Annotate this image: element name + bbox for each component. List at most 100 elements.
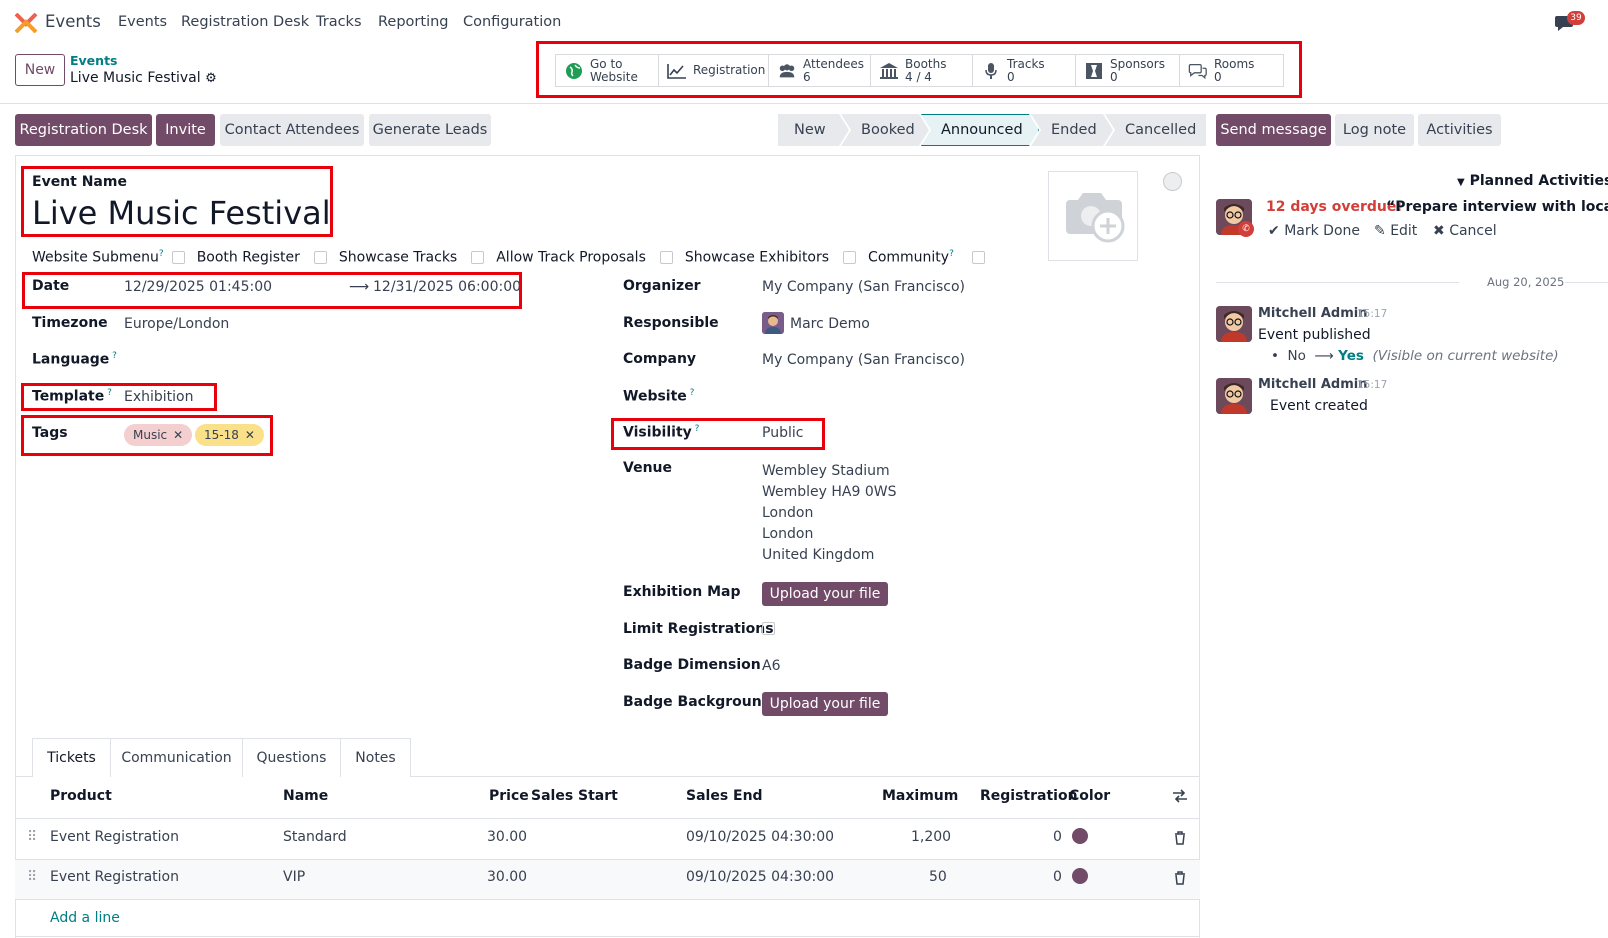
- trash-icon[interactable]: [1174, 831, 1186, 849]
- stage-cancelled[interactable]: Cancelled: [1105, 114, 1206, 146]
- nav-item-configuration[interactable]: Configuration: [463, 14, 561, 30]
- column-maximum[interactable]: Maximum: [882, 788, 958, 804]
- divider: [1216, 282, 1459, 283]
- venue-line: London: [762, 505, 814, 521]
- ticket-maximum[interactable]: 1,200: [911, 829, 951, 845]
- column-sales-end[interactable]: Sales End: [686, 788, 763, 804]
- planned-activities-toggle[interactable]: ▼ Planned Activities: [1457, 173, 1608, 189]
- optional-columns-icon[interactable]: [1172, 789, 1188, 807]
- showcase-tracks-checkbox[interactable]: [471, 251, 485, 265]
- timezone-select[interactable]: Europe/London: [124, 316, 229, 332]
- stage-announced[interactable]: Announced: [921, 114, 1039, 146]
- avatar: [1216, 306, 1252, 342]
- kanban-state-toggle[interactable]: [1163, 172, 1182, 191]
- new-button[interactable]: New: [15, 54, 65, 86]
- top-navbar: Events Events Registration Desk Tracks R…: [0, 0, 1608, 46]
- odoo-app-icon[interactable]: [14, 12, 38, 37]
- venue-line: United Kingdom: [762, 547, 875, 563]
- drag-handle-icon[interactable]: ⠿: [27, 869, 37, 885]
- edit-activity-button[interactable]: ✎ Edit: [1374, 223, 1417, 239]
- breadcrumb-events[interactable]: Events: [70, 53, 117, 68]
- highlight-template: [21, 383, 217, 411]
- venue-line: Wembley HA9 0WS: [762, 484, 897, 500]
- company-select[interactable]: My Company (San Francisco): [762, 352, 965, 368]
- ticket-registration: 0: [1053, 829, 1062, 845]
- column-sales-start[interactable]: Sales Start: [531, 788, 618, 804]
- ticket-product[interactable]: Event Registration: [50, 869, 179, 885]
- log-note-button[interactable]: Log note: [1335, 114, 1414, 146]
- website-submenu-checkbox[interactable]: [171, 251, 185, 265]
- ticket-sales-end[interactable]: 09/10/2025 04:30:00: [686, 829, 834, 845]
- badge-background-upload-button[interactable]: Upload your file: [762, 692, 888, 716]
- responsible-select[interactable]: Marc Demo: [790, 316, 870, 332]
- divider: [410, 776, 1200, 777]
- exhibition-map-label: Exhibition Map: [623, 584, 741, 600]
- generate-leads-button[interactable]: Generate Leads: [369, 114, 491, 146]
- tab-communication[interactable]: Communication: [110, 738, 243, 777]
- invite-button[interactable]: Invite: [156, 114, 215, 146]
- divider: [15, 899, 1200, 900]
- send-message-button[interactable]: Send message: [1216, 114, 1331, 146]
- limit-registrations-checkbox[interactable]: [762, 622, 775, 635]
- stage-ended[interactable]: Ended: [1031, 114, 1113, 146]
- column-price[interactable]: Price: [489, 788, 529, 804]
- drag-handle-icon[interactable]: ⠿: [27, 829, 37, 845]
- allow-track-proposals-checkbox[interactable]: [659, 251, 673, 265]
- stage-statusbar: New Booked Announced Ended Cancelled: [778, 114, 1206, 146]
- contact-attendees-button[interactable]: Contact Attendees: [220, 114, 364, 146]
- add-a-line-link[interactable]: Add a line: [50, 910, 120, 926]
- language-select[interactable]: [124, 350, 404, 370]
- table-row[interactable]: [15, 819, 1200, 859]
- nav-item-events[interactable]: Events: [118, 14, 167, 30]
- ticket-sales-end[interactable]: 09/10/2025 04:30:00: [686, 869, 834, 885]
- limit-registrations-label: Limit Registrations: [623, 621, 774, 637]
- message-author[interactable]: Mitchell Admin: [1258, 306, 1367, 321]
- nav-item-registration-desk[interactable]: Registration Desk: [181, 14, 309, 30]
- ticket-name[interactable]: VIP: [283, 869, 305, 885]
- ticket-maximum[interactable]: 50: [929, 869, 947, 885]
- highlight-tags: [21, 415, 273, 456]
- activities-button[interactable]: Activities: [1418, 114, 1501, 146]
- organizer-select[interactable]: My Company (San Francisco): [762, 279, 965, 295]
- ticket-color[interactable]: [1072, 828, 1088, 844]
- breadcrumb-current: Live Music Festival ⚙: [70, 70, 217, 86]
- ticket-product[interactable]: Event Registration: [50, 829, 179, 845]
- mark-done-button[interactable]: ✔ Mark Done: [1268, 223, 1360, 239]
- ticket-price[interactable]: 30.00: [487, 869, 527, 885]
- message-author[interactable]: Mitchell Admin: [1258, 377, 1367, 392]
- gear-icon[interactable]: ⚙: [205, 71, 217, 86]
- cancel-activity-button[interactable]: ✖ Cancel: [1433, 223, 1497, 239]
- column-name[interactable]: Name: [283, 788, 328, 804]
- responsible-avatar: [762, 312, 784, 334]
- camera-plus-icon: [1058, 184, 1128, 248]
- nav-item-tracks[interactable]: Tracks: [316, 14, 362, 30]
- nav-item-reporting[interactable]: Reporting: [378, 14, 449, 30]
- tab-questions[interactable]: Questions: [242, 738, 341, 777]
- showcase-tracks-label: Showcase Tracks: [338, 249, 458, 266]
- activity-title[interactable]: “Prepare interview with local me: [1386, 199, 1608, 215]
- nav-brand[interactable]: Events: [45, 12, 101, 31]
- ticket-name[interactable]: Standard: [283, 829, 347, 845]
- tab-tickets[interactable]: Tickets: [32, 738, 111, 777]
- event-image-upload[interactable]: [1048, 171, 1138, 261]
- column-product[interactable]: Product: [50, 788, 112, 804]
- community-checkbox[interactable]: [971, 251, 985, 265]
- badge-dimension-select[interactable]: A6: [762, 658, 780, 674]
- website-label: Website ?: [623, 388, 695, 405]
- booth-register-checkbox[interactable]: [313, 251, 327, 265]
- column-color[interactable]: Color: [1069, 788, 1110, 804]
- column-registration[interactable]: Registration: [980, 788, 1078, 804]
- ticket-price[interactable]: 30.00: [487, 829, 527, 845]
- tab-notes[interactable]: Notes: [340, 738, 411, 777]
- ticket-color[interactable]: [1072, 868, 1088, 884]
- registration-desk-button[interactable]: Registration Desk: [15, 114, 152, 146]
- stage-booked[interactable]: Booked: [841, 114, 929, 146]
- website-select[interactable]: [762, 386, 1042, 406]
- exhibition-map-upload-button[interactable]: Upload your file: [762, 582, 888, 606]
- table-row[interactable]: [15, 860, 1200, 900]
- venue-address[interactable]: Wembley Stadium Wembley HA9 0WS London L…: [762, 461, 897, 566]
- showcase-exhibitors-checkbox[interactable]: [843, 251, 857, 265]
- stage-new[interactable]: New: [778, 114, 849, 146]
- trash-icon[interactable]: [1174, 871, 1186, 889]
- phone-icon: ✆: [1238, 221, 1254, 237]
